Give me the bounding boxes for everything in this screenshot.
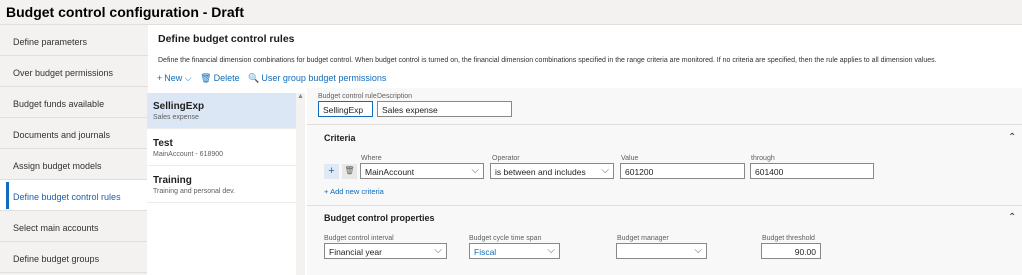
delete-button[interactable]: 🗑 Delete [200,73,239,84]
title-bar: Budget control configuration - Draft [0,0,1022,25]
budget-control-rule-label: Budget control rule [318,93,377,100]
user-group-budget-permissions-button[interactable]: 🔍 User group budget permissions [248,73,386,84]
budget-control-rule-field[interactable]: SellingExp [318,101,373,117]
sidebar-item-define-budget-control-rules[interactable]: Define budget control rules [0,180,148,211]
add-row-button[interactable]: + [324,164,339,179]
budget-threshold-field[interactable]: 90.00 [761,243,821,259]
budget-control-interval-select[interactable]: Financial year ⌵ [324,243,447,259]
sidebar-item-select-main-accounts[interactable]: Select main accounts [0,211,148,242]
rules-list: SellingExp Sales expense Test MainAccoun… [147,93,299,275]
value-label: Value [621,155,639,162]
sidebar-item-define-parameters[interactable]: Define parameters [0,25,148,56]
where-select[interactable]: MainAccount ⌵ [360,163,484,179]
trash-icon: 🗑 [344,166,355,175]
divider [307,124,1022,125]
page-title: Budget control configuration - Draft [6,4,244,20]
search-people-icon: 🔍 [248,73,260,83]
chevron-down-icon: ⌵ [547,245,555,256]
list-item[interactable]: SellingExp Sales expense [147,93,296,129]
value-field[interactable]: 601200 [620,163,745,179]
where-label: Where [361,155,382,162]
sidebar-item-budget-funds-available[interactable]: Budget funds available [0,87,148,118]
chevron-down-icon: ⌵ [184,73,192,83]
operator-select[interactable]: is between and includes ⌵ [490,163,614,179]
chevron-down-icon: ⌵ [471,165,479,176]
delete-row-button[interactable]: 🗑 [342,164,357,179]
description-field[interactable]: Sales expense [377,101,512,117]
chevron-up-icon[interactable]: ▲ [297,93,304,100]
list-scrollbar[interactable]: ▲ [296,93,305,275]
section-heading: Define budget control rules [158,33,295,45]
budget-threshold-label: Budget threshold [762,235,815,242]
budget-manager-select[interactable]: ⌵ [616,243,707,259]
budget-manager-label: Budget manager [617,235,669,242]
budget-cycle-time-span-select[interactable]: Fiscal ⌵ [469,243,560,259]
budget-control-properties-title: Budget control properties [324,213,435,223]
section-description: Define the financial dimension combinati… [158,57,937,64]
detail-panel: Budget control rule SellingExp Descripti… [307,88,1022,275]
sidebar-item-documents-and-journals[interactable]: Documents and journals [0,118,148,149]
sidebar-item-assign-budget-models[interactable]: Assign budget models [0,149,148,180]
list-item[interactable]: Test MainAccount - 618900 [147,130,296,166]
plus-icon: + [328,165,335,177]
divider [307,205,1022,206]
sidebar-item-over-budget-permissions[interactable]: Over budget permissions [0,56,148,87]
list-item[interactable]: Training Training and personal dev. [147,167,296,203]
trash-icon: 🗑 [200,73,212,83]
action-toolbar: + New ⌵ 🗑 Delete 🔍 User group budget permis… [157,73,392,84]
budget-control-interval-label: Budget control interval [324,235,394,242]
chevron-up-icon[interactable]: ⌃ [1008,132,1016,143]
chevron-down-icon: ⌵ [694,245,702,256]
add-new-criteria-link[interactable]: + Add new criteria [324,187,384,196]
operator-label: Operator [492,155,520,162]
through-field[interactable]: 601400 [750,163,874,179]
description-label: Description [377,93,413,100]
chevron-down-icon: ⌵ [434,245,442,256]
through-label: through [751,155,775,162]
chevron-up-icon[interactable]: ⌃ [1008,212,1016,223]
plus-icon: + [157,73,163,83]
sidebar: Define parameters Over budget permission… [0,25,148,275]
criteria-title: Criteria [324,133,356,143]
new-button[interactable]: + New ⌵ [157,73,192,84]
sidebar-item-define-budget-groups[interactable]: Define budget groups [0,242,148,273]
chevron-down-icon: ⌵ [601,165,609,176]
budget-cycle-time-span-label: Budget cycle time span [469,235,542,242]
